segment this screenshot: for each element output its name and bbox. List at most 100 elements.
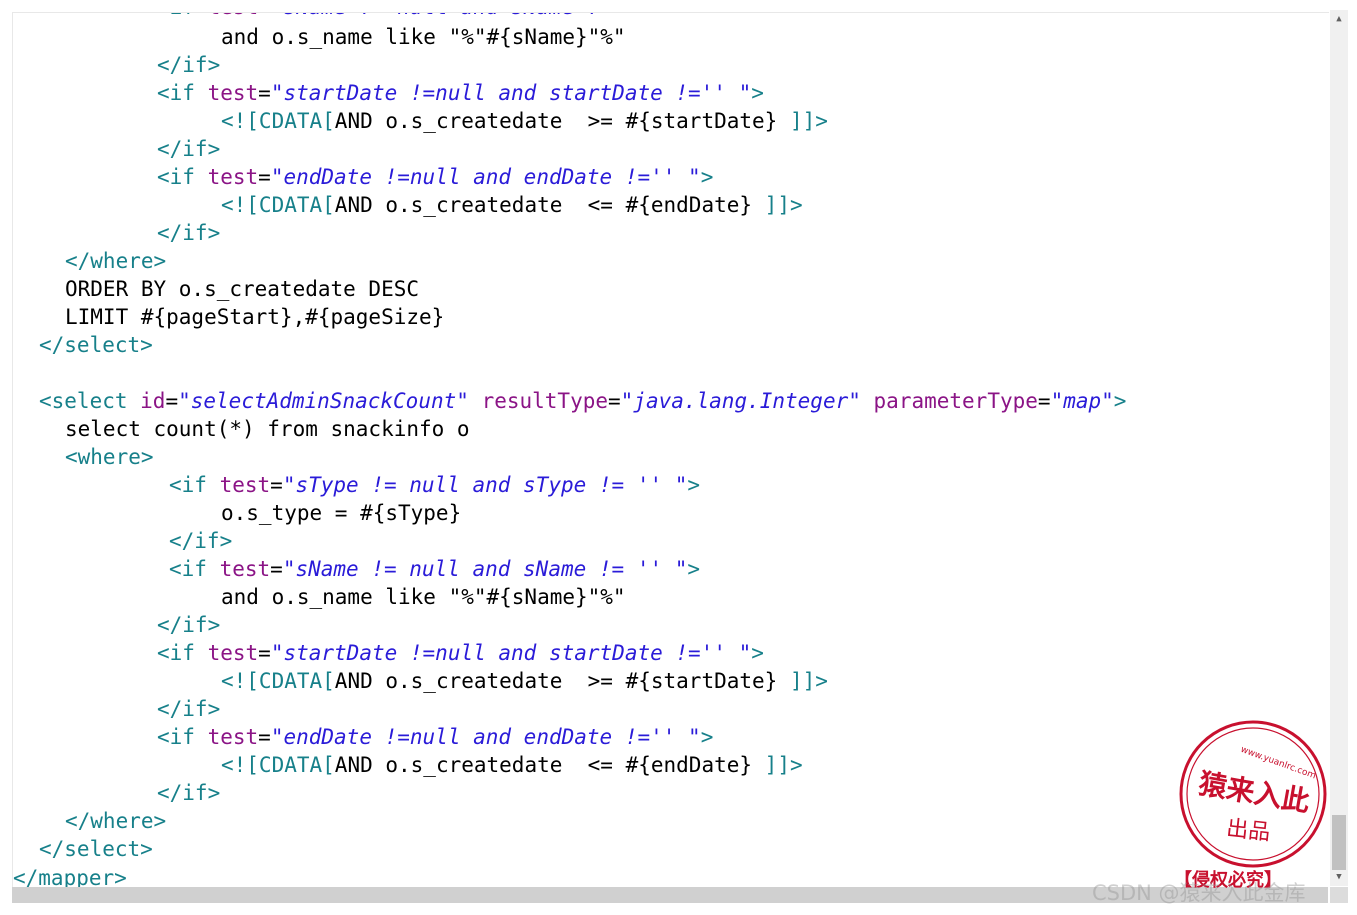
code-token-text: AND o.s_createdate >= #{startDate}	[334, 669, 790, 693]
code-token-text: select count(*) from snackinfo o	[65, 417, 470, 441]
code-line[interactable]: <if test="endDate !=null and endDate !='…	[157, 723, 713, 751]
code-token-tag: <if	[157, 81, 208, 105]
code-token-val: "endDate !=null and endDate !='' "	[270, 165, 701, 189]
code-line[interactable]: <![CDATA[AND o.s_createdate >= #{startDa…	[221, 667, 828, 695]
code-line[interactable]: <where>	[65, 443, 154, 471]
code-line[interactable]: </if>	[157, 695, 220, 723]
code-token-tag: </if>	[157, 221, 221, 245]
copyright-stamp: www.yuanlrc.com 猿来入此 出品 【侵权必究】	[1174, 720, 1327, 891]
code-token-tag: </mapper>	[13, 866, 127, 887]
code-token-cdata: <![CDATA[	[221, 669, 335, 693]
code-token-cdata: <![CDATA[	[221, 193, 335, 217]
code-line[interactable]: </if>	[157, 219, 220, 247]
code-token-tag: </select>	[39, 333, 153, 357]
code-token-tag: </if>	[157, 613, 221, 637]
code-line[interactable]: <if test="sName != null and sName != '' …	[157, 13, 688, 21]
code-line[interactable]: <![CDATA[AND o.s_createdate >= #{startDa…	[221, 107, 828, 135]
code-token-tag: <if	[157, 725, 208, 749]
code-token-tag: </if>	[157, 781, 221, 805]
code-token-text: and o.s_name like "%"#{sName}"%"	[221, 25, 626, 49]
code-token-val: "selectAdminSnackCount"	[178, 389, 469, 413]
code-token-tag: <if	[157, 13, 208, 19]
code-token-text: AND o.s_createdate <= #{endDate}	[334, 753, 765, 777]
code-token-eq: =	[270, 557, 283, 581]
code-token-eq: =	[270, 473, 283, 497]
code-line[interactable]: and o.s_name like "%"#{sName}"%"	[221, 583, 626, 611]
code-token-cdata: <![CDATA[	[221, 753, 335, 777]
code-line[interactable]: </select>	[39, 331, 153, 359]
code-token-tag: >	[1113, 389, 1127, 413]
code-token-tag: </if>	[157, 137, 221, 161]
code-line[interactable]: </if>	[157, 51, 220, 79]
code-line[interactable]: LIMIT #{pageStart},#{pageSize}	[65, 303, 444, 331]
code-line[interactable]: ORDER BY o.s_createdate DESC	[65, 275, 419, 303]
code-token-attr: test	[219, 557, 271, 581]
code-token-tag: </if>	[169, 529, 233, 553]
code-token-val: "startDate !=null and startDate !='' "	[270, 81, 752, 105]
code-token-tag: <if	[169, 473, 220, 497]
code-token-val: "sName != null and sName != '' "	[271, 13, 676, 19]
code-line[interactable]: <![CDATA[AND o.s_createdate <= #{endDate…	[221, 751, 803, 779]
code-line[interactable]: <if test="endDate !=null and endDate !='…	[157, 163, 713, 191]
code-token-tag: >	[675, 13, 688, 19]
code-token-text: and o.s_name like "%"#{sName}"%"	[221, 585, 626, 609]
code-token-tag	[469, 389, 482, 413]
code-line[interactable]: </where>	[65, 247, 166, 275]
code-line[interactable]: <if test="startDate !=null and startDate…	[157, 79, 764, 107]
code-token-text: AND o.s_createdate <= #{endDate}	[334, 193, 765, 217]
code-token-tag: </if>	[157, 53, 221, 77]
code-token-text: o.s_type = #{sType}	[221, 501, 462, 525]
code-line[interactable]: <if test="sType != null and sType != '' …	[169, 471, 700, 499]
code-token-eq: =	[258, 641, 271, 665]
code-line[interactable]: <if test="sName != null and sName != '' …	[169, 555, 700, 583]
code-token-tag: <if	[157, 641, 208, 665]
code-line[interactable]: <![CDATA[AND o.s_createdate <= #{endDate…	[221, 191, 803, 219]
code-line[interactable]: <if test="startDate !=null and startDate…	[157, 639, 764, 667]
code-token-eq: =	[165, 389, 179, 413]
code-token-tag: >	[751, 81, 764, 105]
code-token-attr: test	[207, 165, 259, 189]
code-token-cdata: ]]>	[789, 669, 828, 693]
code-token-val: "sName != null and sName != '' "	[282, 557, 688, 581]
code-token-val: "endDate !=null and endDate !='' "	[270, 725, 701, 749]
code-token-tag: <if	[169, 557, 220, 581]
code-token-attr: test	[207, 641, 259, 665]
code-token-tag: <select	[39, 389, 141, 413]
code-token-tag: >	[700, 165, 714, 189]
code-token-cdata: <![CDATA[	[221, 109, 335, 133]
code-token-eq: =	[258, 13, 271, 19]
code-token-cdata: ]]>	[789, 109, 828, 133]
code-token-eq: =	[258, 725, 271, 749]
code-token-attr: test	[208, 13, 259, 19]
code-token-tag: <if	[157, 165, 208, 189]
code-token-tag: </where>	[65, 809, 167, 833]
code-line[interactable]: select count(*) from snackinfo o	[65, 415, 470, 443]
code-token-text: ORDER BY o.s_createdate DESC	[65, 277, 420, 301]
code-token-tag: <where>	[65, 445, 154, 469]
code-token-tag: </where>	[65, 249, 167, 273]
code-line[interactable]: </select>	[39, 835, 153, 863]
code-token-attr: test	[219, 473, 271, 497]
code-token-attr: id	[140, 389, 166, 413]
code-token-tag: >	[751, 641, 764, 665]
code-token-tag: </select>	[39, 837, 153, 861]
code-line[interactable]: </mapper>	[13, 864, 127, 887]
code-token-val: "java.lang.Integer"	[620, 389, 861, 413]
code-line[interactable]: </if>	[157, 611, 220, 639]
code-token-tag: </if>	[157, 697, 221, 721]
code-line[interactable]: and o.s_name like "%"#{sName}"%"	[221, 23, 626, 51]
code-line[interactable]: </if>	[169, 527, 232, 555]
code-token-attr: test	[207, 725, 259, 749]
code-token-eq: =	[258, 81, 271, 105]
code-token-val: "startDate !=null and startDate !='' "	[270, 641, 752, 665]
code-line[interactable]: <select id="selectAdminSnackCount" resul…	[39, 387, 1126, 415]
triangle-up-icon[interactable]: ▲	[1330, 10, 1348, 28]
code-line[interactable]: </if>	[157, 135, 220, 163]
code-token-tag: >	[700, 725, 714, 749]
code-token-text: AND o.s_createdate >= #{startDate}	[334, 109, 790, 133]
code-editor[interactable]: <if test="sName != null and sName != '' …	[12, 12, 1329, 887]
code-line[interactable]: </if>	[157, 779, 220, 807]
code-line[interactable]: o.s_type = #{sType}	[221, 499, 461, 527]
code-line[interactable]: </where>	[65, 807, 166, 835]
code-token-eq: =	[1037, 389, 1051, 413]
